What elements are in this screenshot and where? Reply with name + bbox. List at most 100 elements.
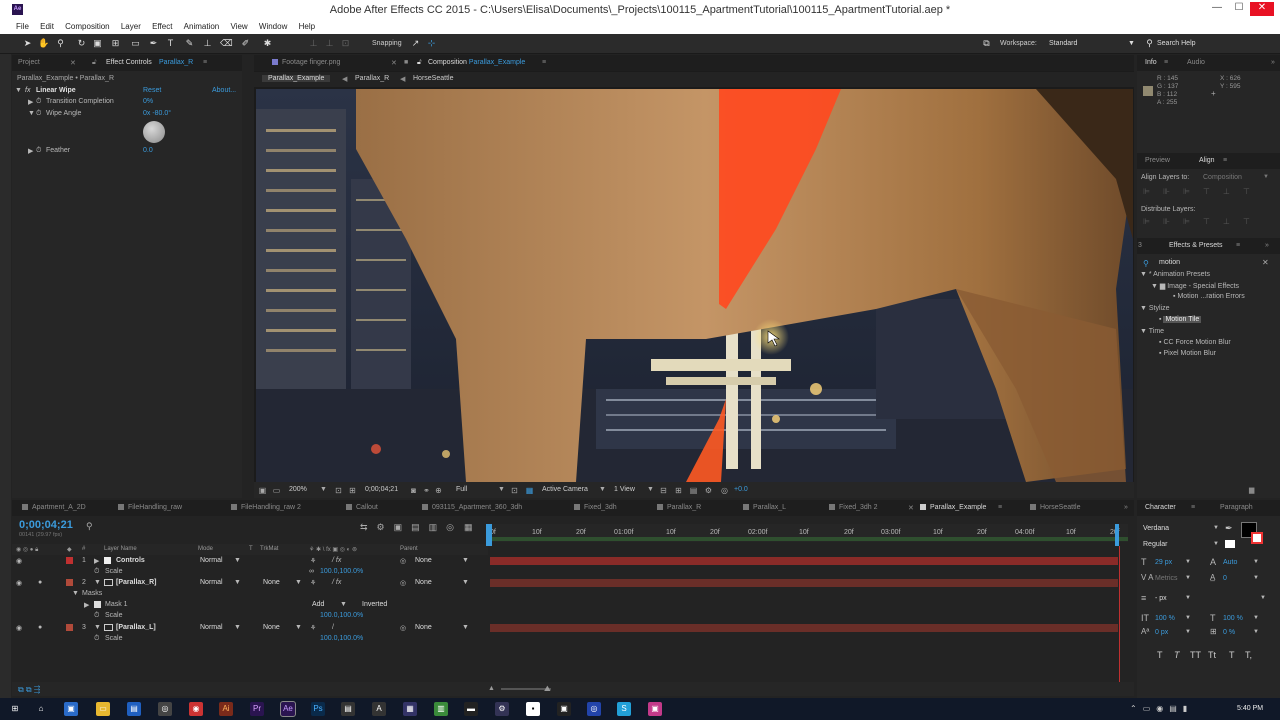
task-view-icon[interactable]: ▣ [64, 702, 78, 716]
region-of-interest-icon[interactable]: ⊡ [510, 486, 519, 495]
tab-apartment-a-2d[interactable]: Apartment_A_2D [22, 504, 86, 511]
spreadsheet-icon[interactable]: ▥ [434, 702, 448, 716]
minimize-button[interactable]: — [1206, 2, 1228, 16]
fast-previews-icon[interactable]: ⊞ [674, 486, 683, 495]
resolution-select[interactable]: Full [456, 486, 467, 493]
tree-item[interactable]: ▼ Time [1140, 328, 1164, 335]
tab-align[interactable]: Align [1199, 157, 1215, 164]
vertical-scale-value[interactable]: 100 % [1155, 615, 1175, 622]
tab-character[interactable]: Character [1145, 504, 1176, 511]
current-time-indicator-head[interactable] [1115, 524, 1119, 546]
tree-item[interactable]: ▼ ▆ Image - Special Effects [1151, 282, 1239, 290]
axis-local-icon[interactable]: ⊥ [308, 38, 319, 49]
chevron-down-icon[interactable]: ▼ [1263, 174, 1269, 180]
reset-button[interactable]: Reset [143, 87, 161, 94]
font-size-value[interactable]: 29 px [1155, 559, 1172, 566]
leading-value[interactable]: Auto [1223, 559, 1237, 566]
chevron-down-icon[interactable]: ▼ [234, 579, 241, 586]
monitor-icon[interactable]: ▭ [272, 486, 281, 495]
workspace-select[interactable]: Standard [1049, 40, 1077, 47]
chevron-down-icon[interactable]: ▼ [340, 601, 347, 608]
app-icon[interactable]: ▪ [526, 702, 540, 716]
pickwhip-icon[interactable]: ◎ [400, 579, 406, 587]
shy-switch-icon[interactable]: ⚘ [310, 557, 316, 565]
close-icon[interactable]: ✕ [70, 59, 76, 67]
chevron-down-icon[interactable]: ▼ [1126, 38, 1137, 49]
pickwhip-icon[interactable]: ◎ [400, 557, 406, 565]
distribute-buttons-row[interactable]: ⊫⊪⊫⊤⊥⊤ [1143, 217, 1273, 227]
chevron-down-icon[interactable]: ▼ [1213, 541, 1219, 547]
faux-bold-button[interactable]: T [1157, 650, 1163, 660]
start-windows-icon[interactable]: ⊞ [8, 702, 22, 716]
menu-effect[interactable]: Effect [152, 20, 172, 31]
shy-switch-icon[interactable]: ⚘ [310, 624, 316, 632]
menu-window[interactable]: Window [259, 20, 287, 31]
stopwatch-icon[interactable]: ⏱ [94, 635, 99, 643]
system-tray-icons[interactable]: ⌃▭◉▤▮ [1130, 704, 1193, 713]
home-icon[interactable]: ⌂ [34, 702, 48, 716]
align-to-select[interactable]: Composition [1203, 174, 1242, 181]
tree-item[interactable]: ▼ * Animation Presets [1140, 271, 1210, 278]
expand-panel-icon[interactable]: » [1271, 59, 1275, 66]
reset-exposure-icon[interactable]: ◎ [720, 486, 729, 495]
layer-duration-bar[interactable] [490, 579, 1118, 587]
panel-menu-icon[interactable]: ≡ [1223, 157, 1227, 164]
zoom-in-icon[interactable]: ⛰ [544, 684, 551, 694]
tab-parallax-example[interactable]: Parallax_Example [920, 504, 986, 511]
scale-value[interactable]: 100.0,100.0% [320, 568, 363, 575]
tab-composition[interactable]: Composition Parallax_Example [428, 59, 525, 66]
menu-layer[interactable]: Layer [121, 20, 141, 31]
small-caps-button[interactable]: Tt [1208, 650, 1216, 660]
chevron-down-icon[interactable]: ▼ [320, 486, 327, 493]
lock-icon[interactable]: 🔓︎ [92, 59, 97, 67]
acrobat-icon[interactable]: A [372, 702, 386, 716]
maximize-button[interactable]: ☐ [1228, 2, 1250, 16]
chevron-down-icon[interactable]: ▼ [1253, 575, 1259, 581]
collapse-arrow-icon[interactable]: ▼ [94, 579, 101, 586]
trkmat-select[interactable]: None [263, 624, 280, 631]
photoshop-icon[interactable]: Ps [311, 702, 325, 716]
menu-view[interactable]: View [230, 20, 247, 31]
clear-search-icon[interactable]: ✕ [1262, 258, 1269, 267]
layer-row[interactable]: ◉ 1 ▶ Controls Normal ▼ ⚘ / fx ◎ None ▼ [12, 555, 488, 566]
kerning-value[interactable]: Metrics [1155, 575, 1178, 582]
chevron-down-icon[interactable]: ▼ [295, 579, 302, 586]
fx-switch-icon[interactable]: / fx [332, 579, 341, 586]
fx-switch-icon[interactable]: / fx [332, 557, 341, 564]
chevron-down-icon[interactable]: ▼ [1260, 595, 1266, 601]
layer-duration-bar[interactable] [490, 557, 1118, 565]
menu-animation[interactable]: Animation [184, 20, 220, 31]
flowchart-icon[interactable]: ⚙ [704, 486, 713, 495]
label-color-swatch[interactable] [66, 624, 73, 631]
pen-tool-icon[interactable]: ✒ [148, 38, 159, 49]
layer-duration-bar[interactable] [490, 624, 1118, 632]
menu-help[interactable]: Help [299, 20, 315, 31]
label-color-swatch[interactable] [66, 579, 73, 586]
app-icon[interactable]: ▦ [403, 702, 417, 716]
tab-effects-presets[interactable]: Effects & Presets [1169, 242, 1223, 249]
magnification-select[interactable]: 200% [289, 486, 307, 493]
exposure-value[interactable]: +0.0 [734, 486, 748, 493]
link-icon[interactable]: ∞ [309, 568, 314, 575]
comp-nav-parallax-r[interactable]: Parallax_R [355, 75, 389, 82]
zoom-tool-icon[interactable]: ⚲ [55, 38, 66, 49]
chevron-down-icon[interactable]: ▼ [462, 624, 469, 631]
preview-icon[interactable]: ▣ [258, 486, 267, 495]
layer-row[interactable]: ◉ ● 3 ▼ [Parallax_L] Normal ▼ None ▼ ⚘ /… [12, 622, 488, 633]
camera-tool-icon[interactable]: ▣ [92, 38, 103, 49]
menu-file[interactable]: File [16, 20, 29, 31]
eraser-tool-icon[interactable]: ⌫ [220, 38, 233, 49]
timeline-timecode[interactable]: 0;00;04;21 [19, 519, 73, 531]
document-icon[interactable]: ▤ [127, 702, 141, 716]
work-area-start-handle[interactable] [486, 524, 492, 546]
scale-value[interactable]: 100.0,100.0% [320, 635, 363, 642]
settings-icon[interactable]: ⚙ [495, 702, 509, 716]
collapse-arrow-icon[interactable]: ▼ [28, 110, 35, 117]
chevron-down-icon[interactable]: ▼ [234, 624, 241, 631]
panel-menu-icon[interactable]: ≡ [542, 59, 546, 66]
clone-stamp-tool-icon[interactable]: ⊥ [202, 38, 213, 49]
parent-select[interactable]: None [415, 557, 432, 564]
transparency-grid-icon[interactable]: ▦ [525, 486, 534, 495]
app-icon[interactable]: ◎ [587, 702, 601, 716]
tab-preview[interactable]: Preview [1145, 157, 1170, 164]
